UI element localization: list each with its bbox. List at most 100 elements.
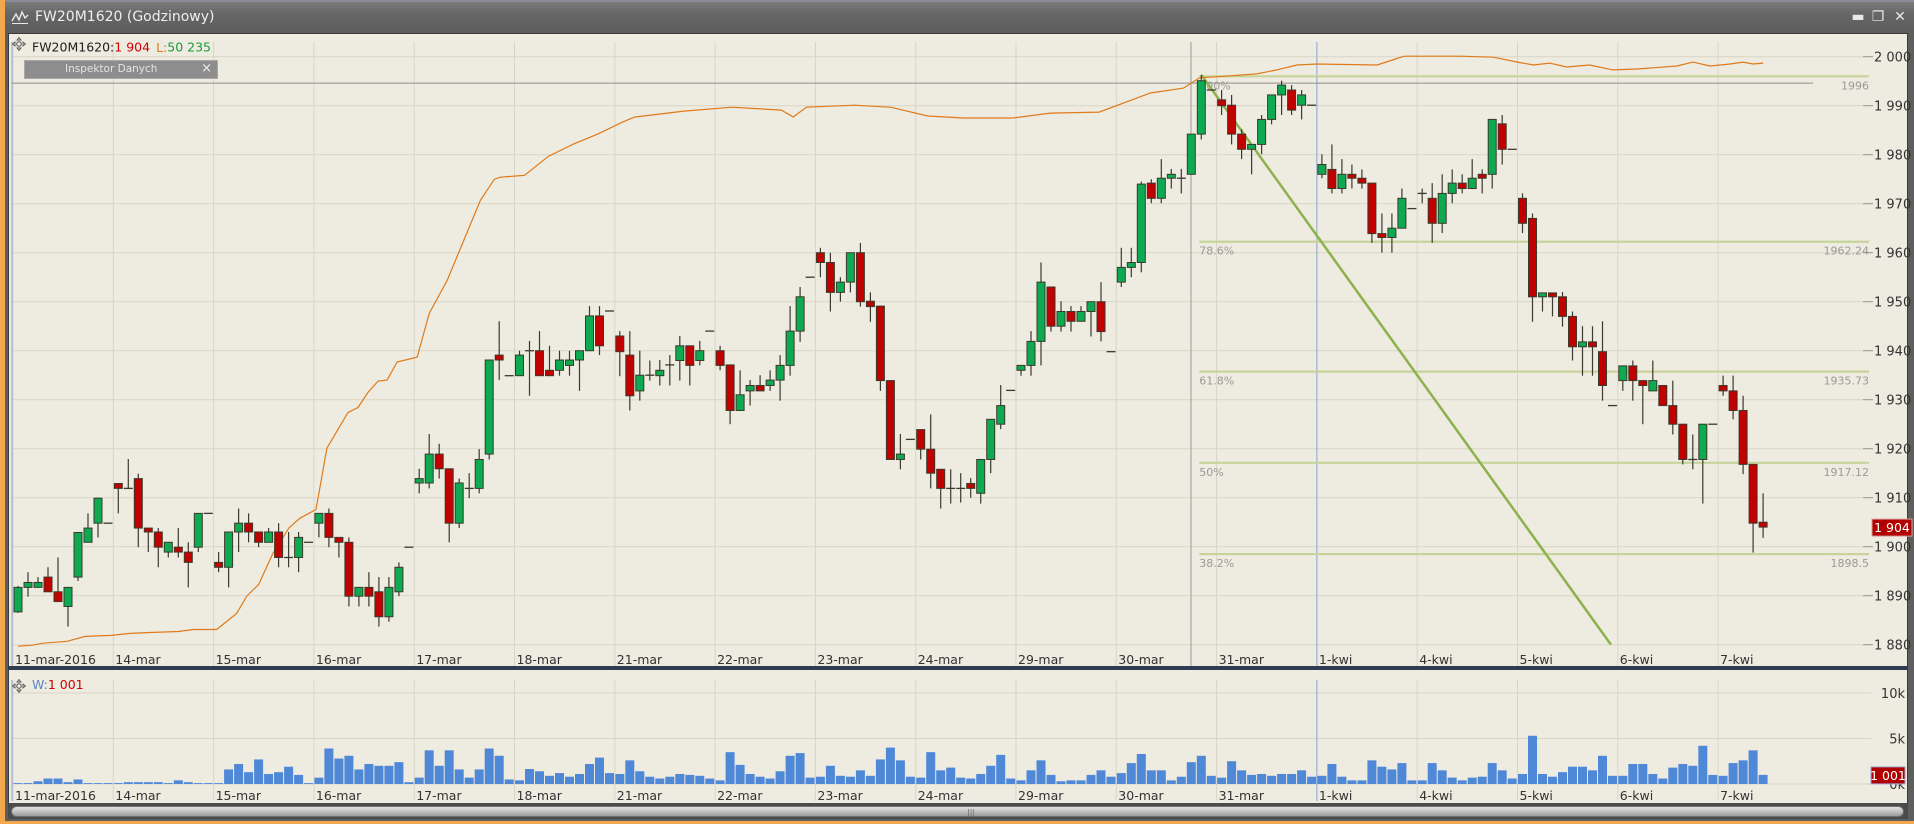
candle-body-down <box>875 305 885 382</box>
volume-bar <box>956 777 966 784</box>
candle <box>374 577 384 627</box>
volume-bar <box>254 759 264 784</box>
price-axis-label: 1 920 <box>1874 443 1911 458</box>
volume-bar <box>304 783 314 784</box>
volume-bar <box>83 783 93 784</box>
candle <box>214 552 224 573</box>
candle-body-up <box>515 354 524 377</box>
volume-bar <box>1337 776 1347 784</box>
volume-bars <box>13 735 1768 784</box>
volume-bar <box>43 778 53 784</box>
volume-bar <box>344 755 354 784</box>
date-axis-label: 6-kwi <box>1620 652 1653 667</box>
volume-bar <box>1638 763 1648 784</box>
volume-bar <box>1347 780 1357 784</box>
candle <box>1357 169 1367 189</box>
candle <box>1297 90 1307 120</box>
candle <box>1387 213 1397 253</box>
candle <box>1648 360 1658 392</box>
volume-bar <box>1257 773 1267 784</box>
date-axis-label: 29-mar <box>1018 652 1064 667</box>
volume-bar <box>535 771 544 784</box>
candle <box>1638 380 1648 425</box>
volume-bar <box>33 781 43 784</box>
volume-bar <box>1036 760 1046 784</box>
candle-body-up <box>1186 133 1196 175</box>
date-axis-label: 22-mar <box>717 652 763 667</box>
volume-bar <box>525 768 534 784</box>
volume-legend: W:1 001 <box>12 677 84 693</box>
candle <box>845 252 855 293</box>
volume-bar <box>1086 774 1096 784</box>
date-axis-label: 24-mar <box>918 652 964 667</box>
candle-body-up <box>585 315 594 352</box>
date-axis-label: 17-mar <box>416 652 462 667</box>
price-axis-label: 1 940 <box>1874 345 1911 360</box>
candle <box>1176 168 1186 194</box>
price-axis-label: 1 910 <box>1874 492 1911 507</box>
candle-body-down <box>916 429 926 450</box>
candle <box>354 586 364 607</box>
volume-bar <box>153 782 163 784</box>
volume-bar <box>1357 780 1367 784</box>
inspector-close-icon[interactable]: × <box>201 61 212 76</box>
volume-bar <box>755 776 765 784</box>
scrollbar-grip[interactable]: ||| <box>967 808 975 817</box>
volume-bar <box>214 783 224 784</box>
candle <box>1096 282 1106 342</box>
candle <box>284 532 294 568</box>
volume-bar <box>986 765 996 784</box>
candle <box>625 331 635 411</box>
fibonacci-retracement[interactable]: 100% 199678.6% 1962.2461.8% 1935.7350% 1917.… <box>1199 74 1869 646</box>
axes: 2 000 1 990 1 980 1 970 1 960 1 950 1 940 1 930… <box>9 51 1911 803</box>
volume-date-axis-label: 18-mar <box>517 788 563 803</box>
volume-bar <box>605 773 614 784</box>
move-icon[interactable] <box>12 678 26 693</box>
candle-body-up <box>1267 94 1277 120</box>
legend-symbol: FW20M1620: <box>32 39 115 55</box>
candle-body-down <box>685 345 695 366</box>
data-inspector-panel[interactable]: Inspektor Danych × <box>24 60 218 79</box>
volume-bar <box>635 771 645 784</box>
date-axis-label: 14-mar <box>115 652 161 667</box>
volume-bar <box>183 782 193 784</box>
candle-body-down <box>173 546 183 553</box>
candle-body-down <box>1738 409 1748 465</box>
volume-bar <box>314 777 324 784</box>
volume-bar <box>575 773 584 784</box>
candle <box>83 513 93 543</box>
candle-body-down <box>113 482 123 489</box>
volume-bar <box>875 759 885 784</box>
candle-body-up <box>1648 380 1658 392</box>
candle <box>946 469 956 504</box>
candle-body-down <box>344 541 354 597</box>
volume-bar <box>555 773 564 784</box>
candle <box>1136 181 1146 273</box>
volume-bar <box>815 776 825 784</box>
volume-bar <box>1277 773 1287 784</box>
volume-bar <box>916 777 926 784</box>
volume-bar <box>1156 770 1166 784</box>
volume-bar <box>193 783 203 784</box>
candle <box>424 434 434 489</box>
candle <box>1217 90 1227 116</box>
last-price-label: 1 904 <box>1874 520 1910 535</box>
legend-oi-value: 50 235 <box>167 39 211 55</box>
candle <box>825 252 835 312</box>
price-axis-label: 1 880 <box>1874 639 1911 654</box>
volume-axis-label: 10k <box>1881 687 1906 702</box>
candle-body-up <box>384 586 394 618</box>
volume-bar <box>13 783 23 784</box>
volume-bar <box>1748 750 1758 784</box>
candle-body-down <box>1548 292 1557 298</box>
volume-legend-value: 1 001 <box>47 677 84 692</box>
volume-bar <box>725 752 735 784</box>
candle-body-down <box>966 482 976 489</box>
candle-body-down <box>434 453 444 470</box>
horizontal-scrollbar[interactable]: ||| <box>11 806 1904 817</box>
candle-body-down <box>1227 104 1237 135</box>
candle-body-up <box>1086 301 1096 313</box>
candle-body-up <box>83 527 93 543</box>
move-icon[interactable] <box>12 37 26 51</box>
chart-canvas[interactable]: 100% 199678.6% 1962.2461.8% 1935.7350% 1917.… <box>0 0 1914 824</box>
